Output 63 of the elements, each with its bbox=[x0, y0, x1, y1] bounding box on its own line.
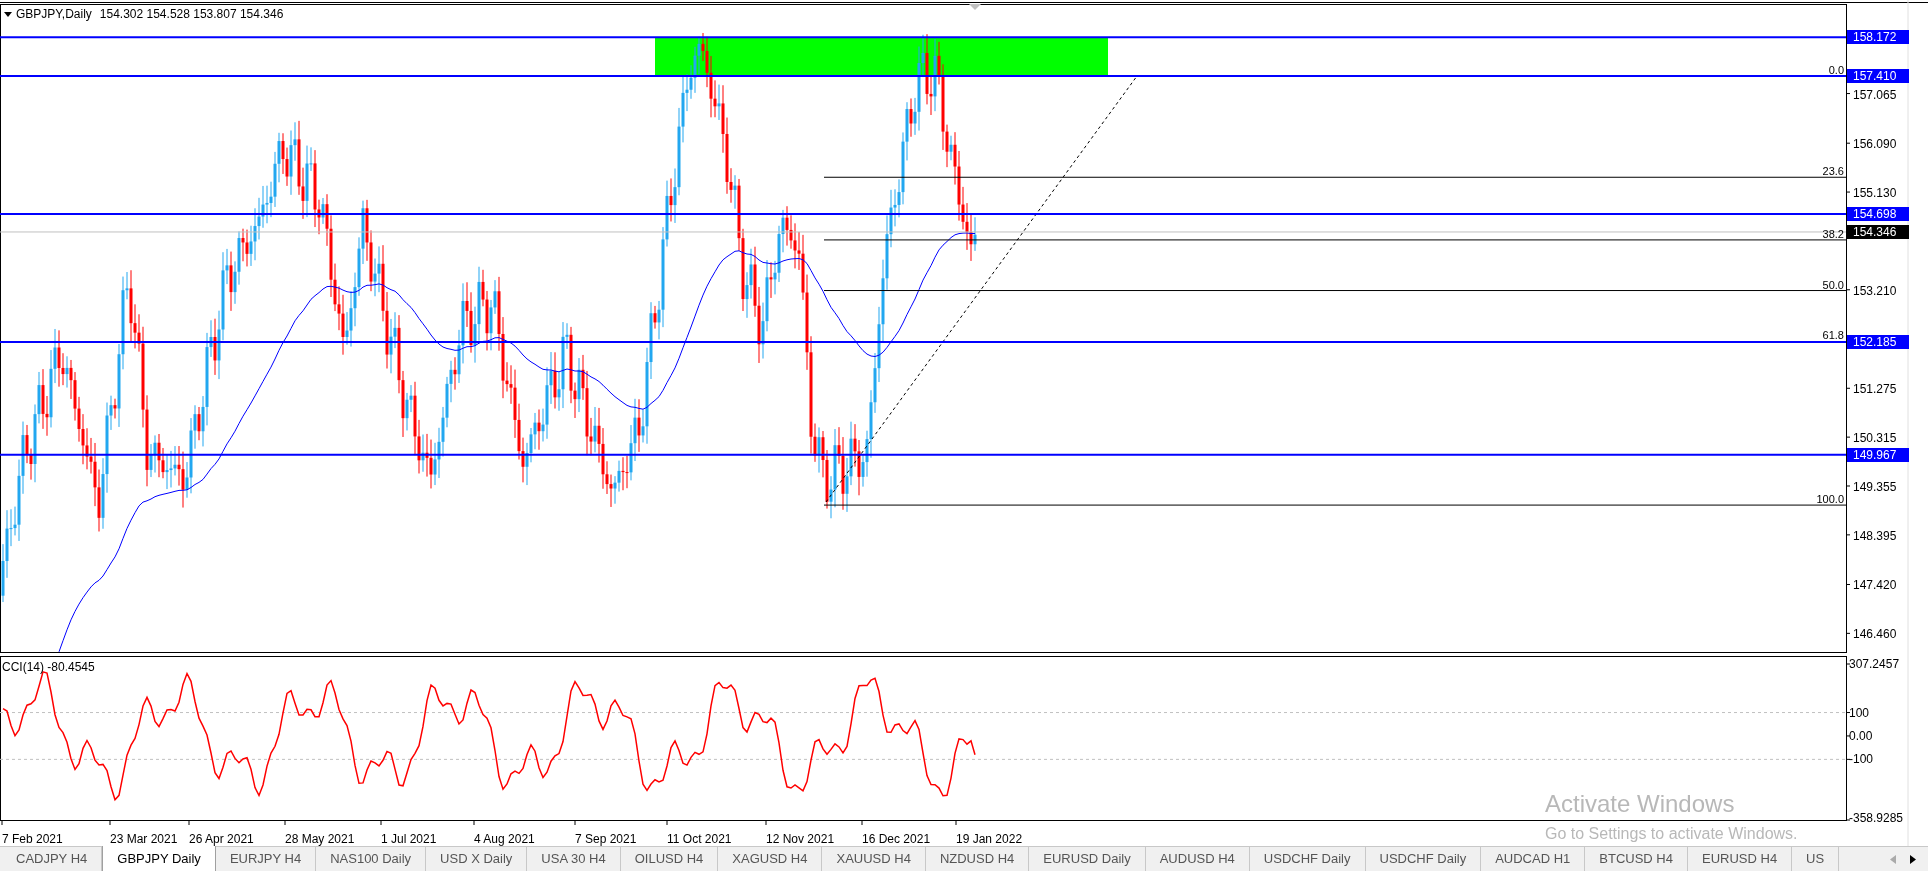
fibonacci-label: 100.0 bbox=[1816, 493, 1844, 506]
price-badge: 149.967 bbox=[1847, 447, 1909, 462]
fibonacci-label: 23.6 bbox=[1822, 165, 1844, 178]
scroll-right-icon[interactable] bbox=[1910, 854, 1916, 864]
chart-tab[interactable]: AUDCAD H1 bbox=[1481, 847, 1586, 871]
chart-tab[interactable]: XAUUSD H4 bbox=[822, 847, 926, 871]
dropdown-icon[interactable] bbox=[4, 12, 12, 17]
chart-tab[interactable]: EURJPY H4 bbox=[215, 847, 317, 871]
date-label: 7 Feb 2021 bbox=[2, 833, 63, 846]
price-badge: 157.410 bbox=[1847, 69, 1909, 83]
indicator-tick-label: 0.00 bbox=[1849, 729, 1873, 742]
chart-tab[interactable]: USD X Daily bbox=[426, 847, 528, 871]
price-badge: 152.185 bbox=[1847, 334, 1909, 349]
indicator-tick-label: -100 bbox=[1849, 753, 1874, 766]
price-tick-label: 146.460 bbox=[1853, 628, 1897, 641]
date-label: 1 Jul 2021 bbox=[381, 833, 437, 846]
chart-tab[interactable]: OILUSD H4 bbox=[620, 847, 719, 871]
date-label: 23 Mar 2021 bbox=[110, 833, 178, 846]
date-label: 11 Oct 2021 bbox=[667, 833, 732, 846]
chart-tab[interactable]: NZDUSD H4 bbox=[925, 847, 1030, 871]
shift-marker-icon[interactable] bbox=[969, 4, 981, 10]
date-label: 7 Sep 2021 bbox=[575, 833, 637, 846]
chart-tab[interactable]: USDCHF Daily bbox=[1249, 847, 1366, 871]
current-price-badge: 154.346 bbox=[1847, 224, 1909, 239]
price-tick-label: 153.210 bbox=[1853, 284, 1897, 297]
chart-tab[interactable]: US bbox=[1792, 847, 1840, 871]
fibonacci-label: 0.0 bbox=[1828, 64, 1844, 76]
date-label: 19 Jan 2022 bbox=[956, 833, 1023, 846]
price-tick-label: 147.420 bbox=[1853, 579, 1897, 592]
activation-title: Activate Windows bbox=[1545, 790, 1736, 818]
price-badge: 154.698 bbox=[1847, 207, 1909, 222]
date-label: 28 May 2021 bbox=[285, 833, 355, 846]
indicator-tick-label: 307.2457 bbox=[1849, 658, 1900, 670]
chart-tab[interactable]: GBPJPY Daily bbox=[102, 846, 216, 871]
date-label: 26 Apr 2021 bbox=[189, 833, 254, 846]
price-tick-label: 150.315 bbox=[1853, 432, 1897, 445]
chart-tab[interactable]: USA 30 H4 bbox=[527, 847, 621, 871]
price-tick-label: 156.090 bbox=[1853, 138, 1897, 151]
date-label: 16 Dec 2021 bbox=[862, 833, 931, 846]
fibonacci-label: 50.0 bbox=[1822, 278, 1844, 291]
activation-subtitle: Go to Settings to activate Windows. bbox=[1545, 825, 1798, 843]
chart-tab[interactable]: USDCHF Daily bbox=[1365, 847, 1482, 871]
symbol-title: GBPJPY,Daily bbox=[16, 7, 92, 21]
chart-tab[interactable]: EURUSD H4 bbox=[1688, 847, 1793, 871]
price-tick-label: 148.395 bbox=[1853, 529, 1897, 542]
price-tick-label: 149.355 bbox=[1853, 481, 1897, 493]
indicator-tick-label: 100 bbox=[1849, 706, 1870, 719]
indicator-title: CCI(14) -80.4545 bbox=[2, 660, 95, 674]
chart-tab[interactable]: XAGUSD H4 bbox=[718, 847, 823, 871]
chart-tab[interactable]: AUDUSD H4 bbox=[1145, 847, 1250, 871]
chart-tab[interactable]: BTCUSD H4 bbox=[1585, 847, 1688, 871]
price-tick-label: 157.065 bbox=[1853, 88, 1897, 101]
ohlc-values: 154.302 154.528 153.807 154.346 bbox=[99, 7, 284, 21]
date-label: 12 Nov 2021 bbox=[766, 833, 835, 846]
fibonacci-label: 61.8 bbox=[1822, 329, 1844, 342]
chart-tab[interactable]: NAS100 Daily bbox=[316, 847, 427, 871]
indicator-tick-label: -358.9285 bbox=[1849, 812, 1904, 824]
chart-tab[interactable]: EURUSD Daily bbox=[1029, 847, 1146, 871]
price-badge: 158.172 bbox=[1847, 30, 1909, 45]
price-tick-label: 155.130 bbox=[1853, 187, 1897, 200]
price-tick-label: 151.275 bbox=[1853, 383, 1897, 396]
date-label: 4 Aug 2021 bbox=[474, 833, 535, 846]
fibonacci-label: 38.2 bbox=[1822, 227, 1844, 240]
